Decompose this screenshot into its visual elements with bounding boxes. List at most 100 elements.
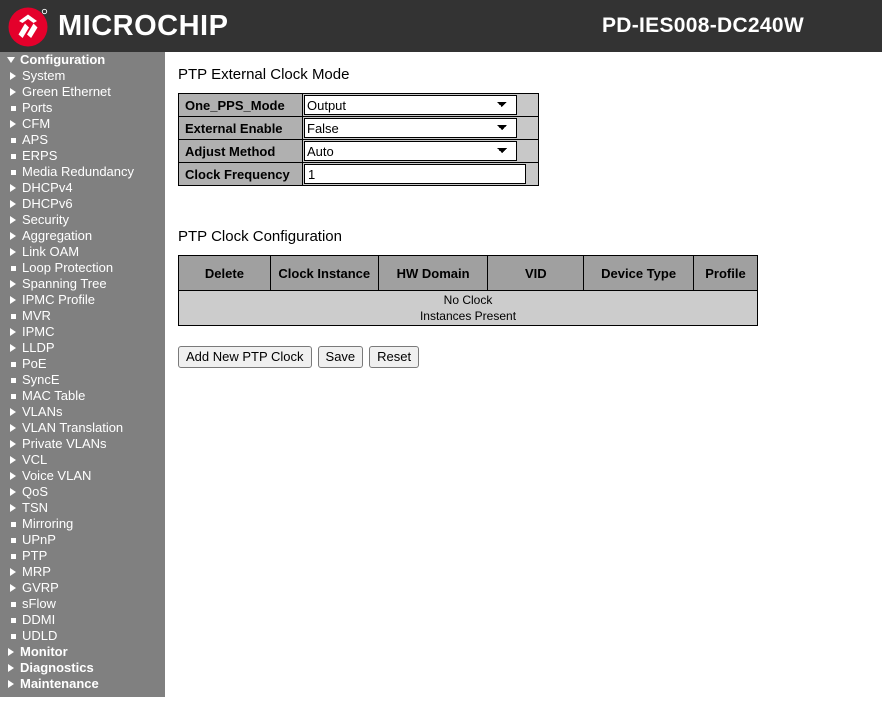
- chevron-down-icon: [7, 57, 15, 63]
- sidebar-item-aps[interactable]: APS: [0, 132, 165, 148]
- chevron-right-icon: [10, 328, 16, 336]
- sidebar-item-upnp[interactable]: UPnP: [0, 532, 165, 548]
- sidebar-item-ptp[interactable]: PTP: [0, 548, 165, 564]
- sidebar-item-label: SyncE: [22, 372, 60, 387]
- sidebar-item-loop-protection[interactable]: Loop Protection: [0, 260, 165, 276]
- sidebar-item-green-ethernet[interactable]: Green Ethernet: [0, 84, 165, 100]
- sidebar-item-label: sFlow: [22, 596, 56, 611]
- sidebar-item-ipmc-profile[interactable]: IPMC Profile: [0, 292, 165, 308]
- sidebar-item-label: GVRP: [22, 580, 59, 595]
- save-button[interactable]: Save: [317, 346, 364, 368]
- sidebar-item-label: IPMC Profile: [22, 292, 95, 307]
- sidebar-item-tsn[interactable]: TSN: [0, 500, 165, 516]
- sidebar-item-mac-table[interactable]: MAC Table: [0, 388, 165, 404]
- sidebar-item-aggregation[interactable]: Aggregation: [0, 228, 165, 244]
- sidebar-item-synce[interactable]: SyncE: [0, 372, 165, 388]
- main-content: PTP External Clock Mode One_PPS_Mode Outp…: [165, 52, 882, 709]
- external-clock-row: One_PPS_ModeOutputInputDisable: [178, 93, 539, 117]
- chevron-right-icon: [10, 472, 16, 480]
- sidebar-item-erps[interactable]: ERPS: [0, 148, 165, 164]
- sidebar-item-vcl[interactable]: VCL: [0, 452, 165, 468]
- sidebar-item-ports[interactable]: Ports: [0, 100, 165, 116]
- chevron-right-icon: [8, 680, 14, 688]
- square-bullet-icon: [11, 106, 16, 111]
- sidebar-item-mvr[interactable]: MVR: [0, 308, 165, 324]
- sidebar-item-dhcpv4[interactable]: DHCPv4: [0, 180, 165, 196]
- reset-button[interactable]: Reset: [369, 346, 420, 368]
- adjust-method-select[interactable]: LTCSingleIndependentCommonAuto: [304, 141, 517, 161]
- sidebar-item-label: Maintenance: [20, 676, 99, 691]
- chevron-right-icon: [8, 648, 14, 656]
- column-header-profile: Profile: [693, 255, 758, 291]
- square-bullet-icon: [11, 602, 16, 607]
- chevron-right-icon: [10, 296, 16, 304]
- page-title-clock-configuration: PTP Clock Configuration: [178, 228, 342, 245]
- chevron-right-icon: [10, 216, 16, 224]
- sidebar-item-qos[interactable]: QoS: [0, 484, 165, 500]
- external-clock-row: External EnableTrueFalse: [178, 116, 539, 140]
- sidebar-item-ddmi[interactable]: DDMI: [0, 612, 165, 628]
- column-header-delete: Delete: [178, 255, 271, 291]
- sidebar-item-label: MVR: [22, 308, 51, 323]
- sidebar-item-private-vlans[interactable]: Private VLANs: [0, 436, 165, 452]
- sidebar-item-system[interactable]: System: [0, 68, 165, 84]
- chevron-right-icon: [10, 440, 16, 448]
- navigation-sidebar[interactable]: Configuration System Green Ethernet Ports CF…: [0, 52, 165, 697]
- row-field-cell: LTCSingleIndependentCommonAuto: [302, 139, 539, 163]
- sidebar-item-monitor[interactable]: Monitor: [0, 644, 165, 660]
- chevron-right-icon: [10, 88, 16, 96]
- sidebar-item-maintenance[interactable]: Maintenance: [0, 676, 165, 692]
- sidebar-item-ipmc[interactable]: IPMC: [0, 324, 165, 340]
- sidebar-item-label: DHCPv4: [22, 180, 73, 195]
- chevron-right-icon: [10, 344, 16, 352]
- table-header-row: Delete Clock Instance HW Domain VID Device T…: [178, 255, 758, 291]
- square-bullet-icon: [11, 394, 16, 399]
- sidebar-item-security[interactable]: Security: [0, 212, 165, 228]
- sidebar-item-mirroring[interactable]: Mirroring: [0, 516, 165, 532]
- chevron-right-icon: [10, 504, 16, 512]
- square-bullet-icon: [11, 538, 16, 543]
- sidebar-item-spanning-tree[interactable]: Spanning Tree: [0, 276, 165, 292]
- row-field-cell: [302, 162, 539, 186]
- square-bullet-icon: [11, 314, 16, 319]
- column-header-device-type: Device Type: [583, 255, 695, 291]
- square-bullet-icon: [11, 378, 16, 383]
- sidebar-item-gvrp[interactable]: GVRP: [0, 580, 165, 596]
- external-enable-select[interactable]: TrueFalse: [304, 118, 517, 138]
- sidebar-item-udld[interactable]: UDLD: [0, 628, 165, 644]
- square-bullet-icon: [11, 362, 16, 367]
- brand-name: MICROCHIP: [58, 9, 229, 42]
- one-pps-mode-select[interactable]: OutputInputDisable: [304, 95, 517, 115]
- sidebar-item-voice-vlan[interactable]: Voice VLAN: [0, 468, 165, 484]
- sidebar-item-dhcpv6[interactable]: DHCPv6: [0, 196, 165, 212]
- row-label-clock-frequency: Clock Frequency: [178, 162, 303, 186]
- sidebar-item-label: Aggregation: [22, 228, 93, 243]
- clock-frequency-input[interactable]: [304, 164, 526, 184]
- sidebar-item-configuration[interactable]: Configuration: [0, 52, 165, 68]
- sidebar-item-diagnostics[interactable]: Diagnostics: [0, 660, 165, 676]
- sidebar-item-label: IPMC: [22, 324, 55, 339]
- sidebar-item-vlan-translation[interactable]: VLAN Translation: [0, 420, 165, 436]
- brand-logo[interactable]: MICROCHIP: [6, 3, 228, 49]
- chevron-right-icon: [10, 488, 16, 496]
- sidebar-item-label: Configuration: [20, 52, 106, 67]
- external-clock-row: Clock Frequency: [178, 162, 539, 186]
- sidebar-item-media-redundancy[interactable]: Media Redundancy: [0, 164, 165, 180]
- column-header-vid: VID: [487, 255, 585, 291]
- sidebar-item-label: DHCPv6: [22, 196, 73, 211]
- sidebar-item-poe[interactable]: PoE: [0, 356, 165, 372]
- column-header-hw-domain: HW Domain: [377, 255, 489, 291]
- sidebar-item-lldp[interactable]: LLDP: [0, 340, 165, 356]
- sidebar-item-label: PoE: [22, 356, 47, 371]
- empty-state-line-1: No Clock: [443, 293, 493, 307]
- sidebar-item-mrp[interactable]: MRP: [0, 564, 165, 580]
- sidebar-item-sflow[interactable]: sFlow: [0, 596, 165, 612]
- sidebar-item-label: CFM: [22, 116, 51, 131]
- sidebar-item-label: Green Ethernet: [22, 84, 111, 99]
- add-new-ptp-clock-button[interactable]: Add New PTP Clock: [178, 346, 312, 368]
- sidebar-item-link-oam[interactable]: Link OAM: [0, 244, 165, 260]
- sidebar-item-cfm[interactable]: CFM: [0, 116, 165, 132]
- chevron-right-icon: [10, 280, 16, 288]
- square-bullet-icon: [11, 170, 16, 175]
- sidebar-item-vlans[interactable]: VLANs: [0, 404, 165, 420]
